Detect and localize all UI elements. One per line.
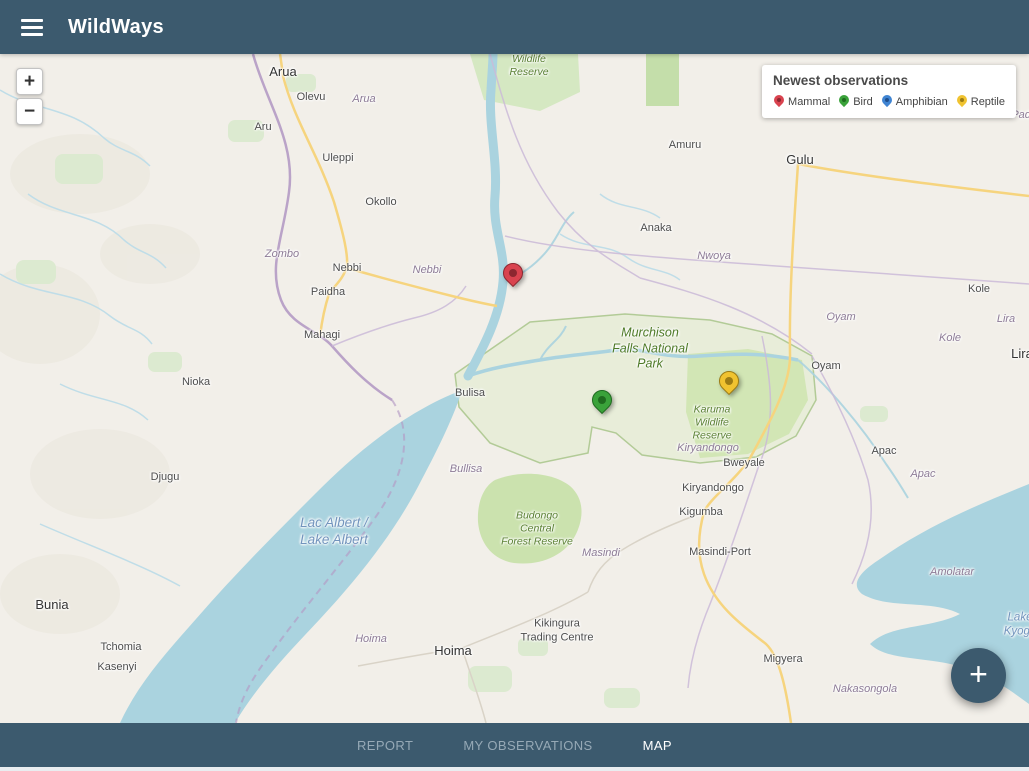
tab-map[interactable]: MAP [641,732,674,759]
map-marker-mammal[interactable] [501,261,525,288]
tab-report[interactable]: REPORT [355,732,415,759]
legend-item-label: Reptile [971,96,1005,108]
reptile-pin-icon [956,94,968,109]
bottom-navigation: REPORT MY OBSERVATIONS MAP [0,723,1029,767]
app-bar: WildWays [0,0,1029,54]
bird-pin-icon [838,94,850,109]
legend-items: Mammal Bird Amphibian Reptile [773,94,1005,109]
tab-my-observations[interactable]: MY OBSERVATIONS [461,732,594,759]
legend-item-bird: Bird [838,94,873,109]
legend-item-label: Bird [853,96,873,108]
wildways-app: WildWays [0,0,1029,771]
legend-card: Newest observations Mammal Bird Amphibian R… [762,65,1016,118]
legend-item-reptile: Reptile [956,94,1005,109]
legend-item-label: Amphibian [896,96,948,108]
zoom-out-button[interactable]: − [16,98,43,125]
map-marker-layer [0,54,1029,723]
legend-title: Newest observations [773,73,1005,88]
footer-strip [0,767,1029,771]
zoom-in-button[interactable]: + [16,68,43,95]
app-title: WildWays [68,16,164,39]
legend-item-label: Mammal [788,96,830,108]
legend-item-mammal: Mammal [773,94,830,109]
map-marker-reptile[interactable] [717,369,741,396]
add-observation-fab[interactable]: + [951,648,1006,703]
zoom-control: + − [16,68,43,125]
legend-item-amphibian: Amphibian [881,94,948,109]
map-view[interactable]: AruaOlevuAruaAruUleppiOkolloZomboNebbiNe… [0,54,1029,723]
amphibian-pin-icon [881,94,893,109]
mammal-pin-icon [773,94,785,109]
menu-icon[interactable] [19,15,45,40]
map-marker-bird[interactable] [590,388,614,415]
